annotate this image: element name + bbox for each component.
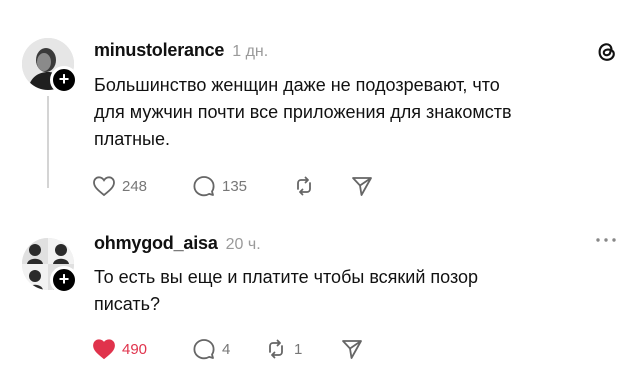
post-text-line: для мужчин почти все приложения для знак…	[94, 102, 512, 122]
repost-count: 1	[294, 340, 303, 358]
repost-icon	[297, 176, 311, 196]
more-options-icon[interactable]	[594, 232, 618, 250]
send-icon	[342, 340, 362, 359]
timestamp: 1 дн.	[232, 43, 269, 60]
post-header: minustolerance 1 дн.	[94, 40, 268, 61]
post-text-line: писать?	[94, 294, 161, 314]
post-text: То есть вы еще и платите чтобы всякий по…	[94, 264, 614, 318]
follow-plus-button[interactable]: +	[50, 66, 78, 94]
post-actions: 248 135	[92, 175, 374, 197]
share-button[interactable]	[340, 338, 364, 360]
avatar-ohmygod-aisa[interactable]: +	[22, 238, 78, 294]
comment-icon	[193, 176, 215, 197]
send-icon	[352, 177, 372, 196]
post-text-line: То есть вы еще и платите чтобы всякий по…	[94, 267, 479, 287]
repost-button[interactable]	[292, 175, 350, 197]
comment-count: 4	[222, 340, 231, 358]
heart-filled-icon	[93, 339, 115, 360]
timestamp: 20 ч.	[225, 236, 261, 253]
thread-line	[47, 96, 49, 188]
comment-button[interactable]: 135	[192, 175, 292, 197]
comment-icon	[193, 339, 215, 360]
threads-logo-icon[interactable]	[596, 40, 618, 69]
username[interactable]: minustolerance	[94, 40, 224, 61]
repost-button[interactable]: 1	[264, 338, 340, 360]
username[interactable]: ohmygod_aisa	[94, 233, 218, 254]
post-text-line: Большинство женщин даже не подозревают, …	[94, 75, 500, 95]
comment-button[interactable]: 4	[192, 338, 264, 360]
like-count: 248	[122, 177, 148, 195]
repost-icon	[269, 339, 283, 359]
avatar-minustolerance[interactable]: +	[22, 38, 78, 94]
comment-count: 135	[222, 177, 248, 195]
post-actions: 490 4 1	[92, 338, 364, 360]
like-button[interactable]: 490	[92, 338, 192, 360]
follow-plus-button[interactable]: +	[50, 266, 78, 294]
post-header: ohmygod_aisa 20 ч.	[94, 233, 261, 254]
like-count: 490	[122, 340, 148, 358]
share-button[interactable]	[350, 175, 374, 197]
post-text-line: платные.	[94, 129, 170, 149]
post-text: Большинство женщин даже не подозревают, …	[94, 72, 614, 153]
heart-icon	[93, 176, 115, 197]
like-button[interactable]: 248	[92, 175, 192, 197]
